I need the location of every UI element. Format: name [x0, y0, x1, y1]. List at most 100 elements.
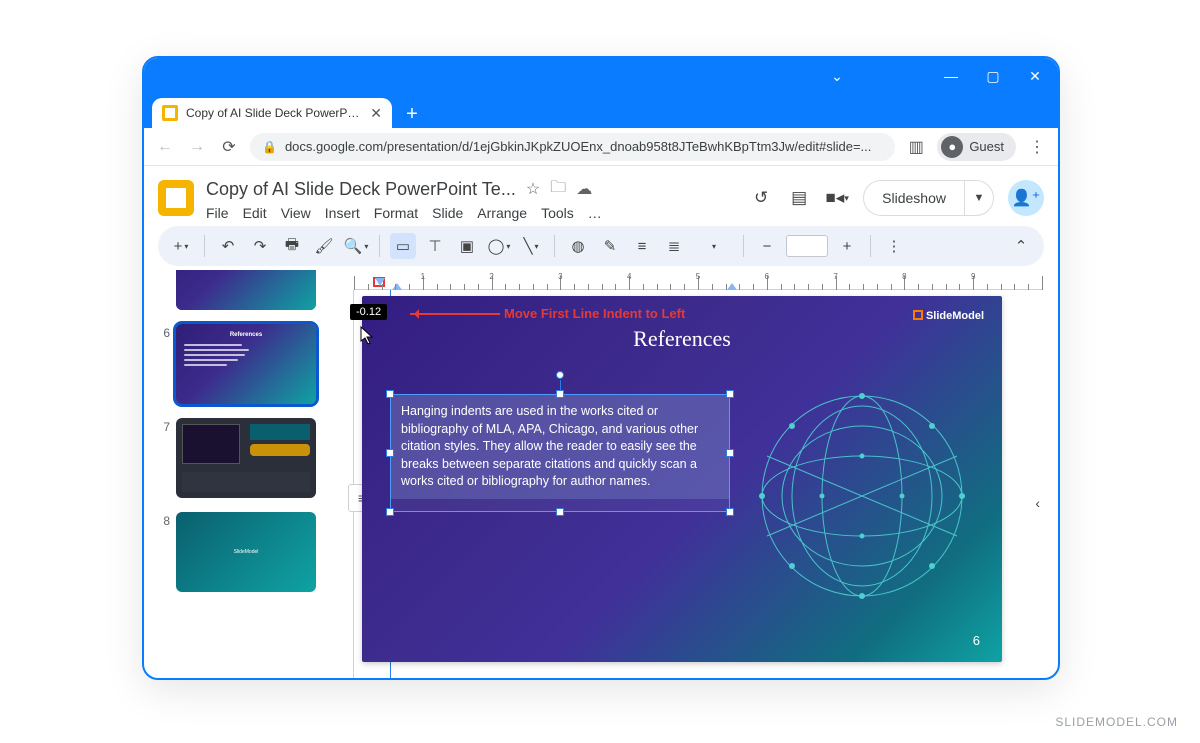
annotation-callout: Move First Line Indent to Left: [410, 306, 685, 321]
zoom-in-icon[interactable]: +: [834, 233, 860, 259]
guest-label: Guest: [969, 139, 1004, 154]
geometric-sphere-icon: [742, 366, 982, 626]
slide-page-number: 6: [973, 633, 980, 648]
window-close-button[interactable]: ✕: [1028, 69, 1042, 83]
browser-tab-active[interactable]: Copy of AI Slide Deck PowerPoint ✕: [152, 98, 392, 128]
menu-slide[interactable]: Slide: [432, 205, 463, 221]
resize-handle-se[interactable]: [726, 508, 734, 516]
first-line-indent-marker[interactable]: [375, 278, 385, 286]
slide-thumbnail-selected[interactable]: References: [176, 324, 316, 404]
canvas-wrap: 123456789 -0.12 ≡ References SlideModel …: [332, 270, 1044, 680]
slidemodel-logo: SlideModel: [913, 310, 984, 322]
browser-menu-icon[interactable]: ⋮: [1026, 136, 1048, 158]
cloud-status-icon[interactable]: ☁: [576, 179, 592, 199]
image-tool-icon[interactable]: ▣: [454, 233, 480, 259]
footer-brand: SLIDEMODEL.COM: [1055, 715, 1178, 729]
nav-forward-icon: →: [186, 136, 208, 158]
slideshow-button[interactable]: Slideshow: [863, 180, 964, 216]
menu-edit[interactable]: Edit: [243, 205, 267, 221]
slide-thumbnail[interactable]: [176, 418, 316, 498]
browser-tabstrip: Copy of AI Slide Deck PowerPoint ✕ +: [144, 94, 1058, 128]
slide: References SlideModel 6: [362, 296, 1002, 662]
transition-icon[interactable]: ▾: [693, 233, 733, 259]
zoom-out-icon[interactable]: −: [754, 233, 780, 259]
slideshow-dropdown-icon[interactable]: ▼: [964, 180, 994, 216]
undo-icon[interactable]: ↶: [215, 233, 241, 259]
resize-handle-e[interactable]: [726, 449, 734, 457]
window-dropdown-icon[interactable]: ⌄: [830, 69, 844, 83]
thumb-number: 6: [156, 324, 170, 340]
resize-handle-nw[interactable]: [386, 390, 394, 398]
window-titlebar: ⌄ — ▢ ✕: [144, 58, 1058, 94]
print-icon[interactable]: 🖶: [279, 233, 305, 259]
comments-icon[interactable]: ▤: [787, 186, 811, 210]
horizontal-ruler[interactable]: 123456789: [354, 270, 1042, 290]
grid-view-icon[interactable]: ⊞: [160, 679, 175, 680]
new-slide-button[interactable]: +▾: [168, 233, 194, 259]
editing-toolbar: +▾ ↶ ↷ 🖶 🖌 🔍▾ ▭ ⊤ ▣ ◯▾ ╲▾ ◍ ✎ ≡ ≣ ▾ − + …: [158, 226, 1044, 266]
menu-arrange[interactable]: Arrange: [477, 205, 527, 221]
menu-file[interactable]: File: [206, 205, 229, 221]
menu-tools[interactable]: Tools: [541, 205, 574, 221]
nav-reload-icon[interactable]: ⟳: [218, 136, 240, 158]
slides-favicon-icon: [162, 105, 178, 121]
doc-meta: Copy of AI Slide Deck PowerPoint Te... ☆…: [206, 176, 602, 221]
menu-view[interactable]: View: [281, 205, 311, 221]
toolbar-more-icon[interactable]: ⋮: [881, 233, 907, 259]
zoom-icon[interactable]: 🔍▾: [343, 233, 369, 259]
address-bar[interactable]: 🔒 docs.google.com/presentation/d/1ejGbki…: [250, 133, 895, 161]
slides-app-icon[interactable]: [158, 180, 194, 216]
star-icon[interactable]: ☆: [526, 179, 540, 199]
textbox-tool-icon[interactable]: ⊤: [422, 233, 448, 259]
select-tool-icon[interactable]: ▭: [390, 233, 416, 259]
border-color-icon[interactable]: ✎: [597, 233, 623, 259]
line-tool-icon[interactable]: ╲▾: [518, 233, 544, 259]
reader-mode-icon[interactable]: ▥: [905, 136, 927, 158]
window-maximize-button[interactable]: ▢: [986, 69, 1000, 83]
expand-right-icon[interactable]: ‹: [1035, 495, 1040, 511]
history-icon[interactable]: ↺: [749, 186, 773, 210]
menu-more[interactable]: …: [588, 205, 602, 221]
slide-title[interactable]: References: [362, 326, 1002, 352]
border-weight-icon[interactable]: ≡: [629, 233, 655, 259]
tab-close-icon[interactable]: ✕: [370, 105, 382, 122]
nav-back-icon[interactable]: ←: [154, 136, 176, 158]
rotate-handle[interactable]: [556, 371, 564, 379]
resize-handle-s[interactable]: [556, 508, 564, 516]
menu-insert[interactable]: Insert: [325, 205, 360, 221]
textbox-content[interactable]: Hanging indents are used in the works ci…: [391, 395, 729, 499]
work-area: 6 References 7: [144, 270, 1058, 680]
shape-tool-icon[interactable]: ◯▾: [486, 233, 512, 259]
slide-thumbnail[interactable]: SlideModel: [176, 512, 316, 592]
menu-format[interactable]: Format: [374, 205, 418, 221]
thumb-number: 8: [156, 512, 170, 528]
move-folder-icon[interactable]: 🗀: [550, 176, 566, 203]
resize-handle-sw[interactable]: [386, 508, 394, 516]
redo-icon[interactable]: ↷: [247, 233, 273, 259]
thumbnail-panel: 6 References 7: [152, 270, 326, 680]
collapse-toolbar-icon[interactable]: ⌃: [1008, 233, 1034, 259]
border-dash-icon[interactable]: ≣: [661, 233, 687, 259]
doc-title[interactable]: Copy of AI Slide Deck PowerPoint Te...: [206, 179, 516, 200]
meet-icon[interactable]: ■◂▾: [825, 186, 849, 210]
paint-format-icon[interactable]: 🖌: [311, 233, 337, 259]
indent-value-tooltip: -0.12: [350, 304, 387, 320]
slide-thumbnail[interactable]: [176, 270, 316, 310]
resize-handle-ne[interactable]: [726, 390, 734, 398]
url-text: docs.google.com/presentation/d/1ejGbkinJ…: [285, 139, 883, 154]
fill-color-icon[interactable]: ◍: [565, 233, 591, 259]
selected-textbox[interactable]: Hanging indents are used in the works ci…: [390, 394, 730, 512]
resize-handle-w[interactable]: [386, 449, 394, 457]
zoom-value-box[interactable]: [786, 235, 828, 257]
menu-bar: File Edit View Insert Format Slide Arran…: [206, 205, 602, 221]
browser-toolbar: ← → ⟳ 🔒 docs.google.com/presentation/d/1…: [144, 128, 1058, 166]
right-margin-marker[interactable]: [727, 283, 737, 290]
window-minimize-button[interactable]: —: [944, 69, 958, 83]
left-indent-marker[interactable]: [392, 283, 402, 290]
share-button[interactable]: 👤⁺: [1008, 180, 1044, 216]
resize-handle-n[interactable]: [556, 390, 564, 398]
slideshow-group: Slideshow ▼: [863, 180, 994, 216]
profile-guest-chip[interactable]: ● Guest: [937, 133, 1016, 161]
new-tab-button[interactable]: +: [398, 100, 426, 128]
slide-canvas[interactable]: ≡ References SlideModel 6: [354, 290, 1042, 680]
